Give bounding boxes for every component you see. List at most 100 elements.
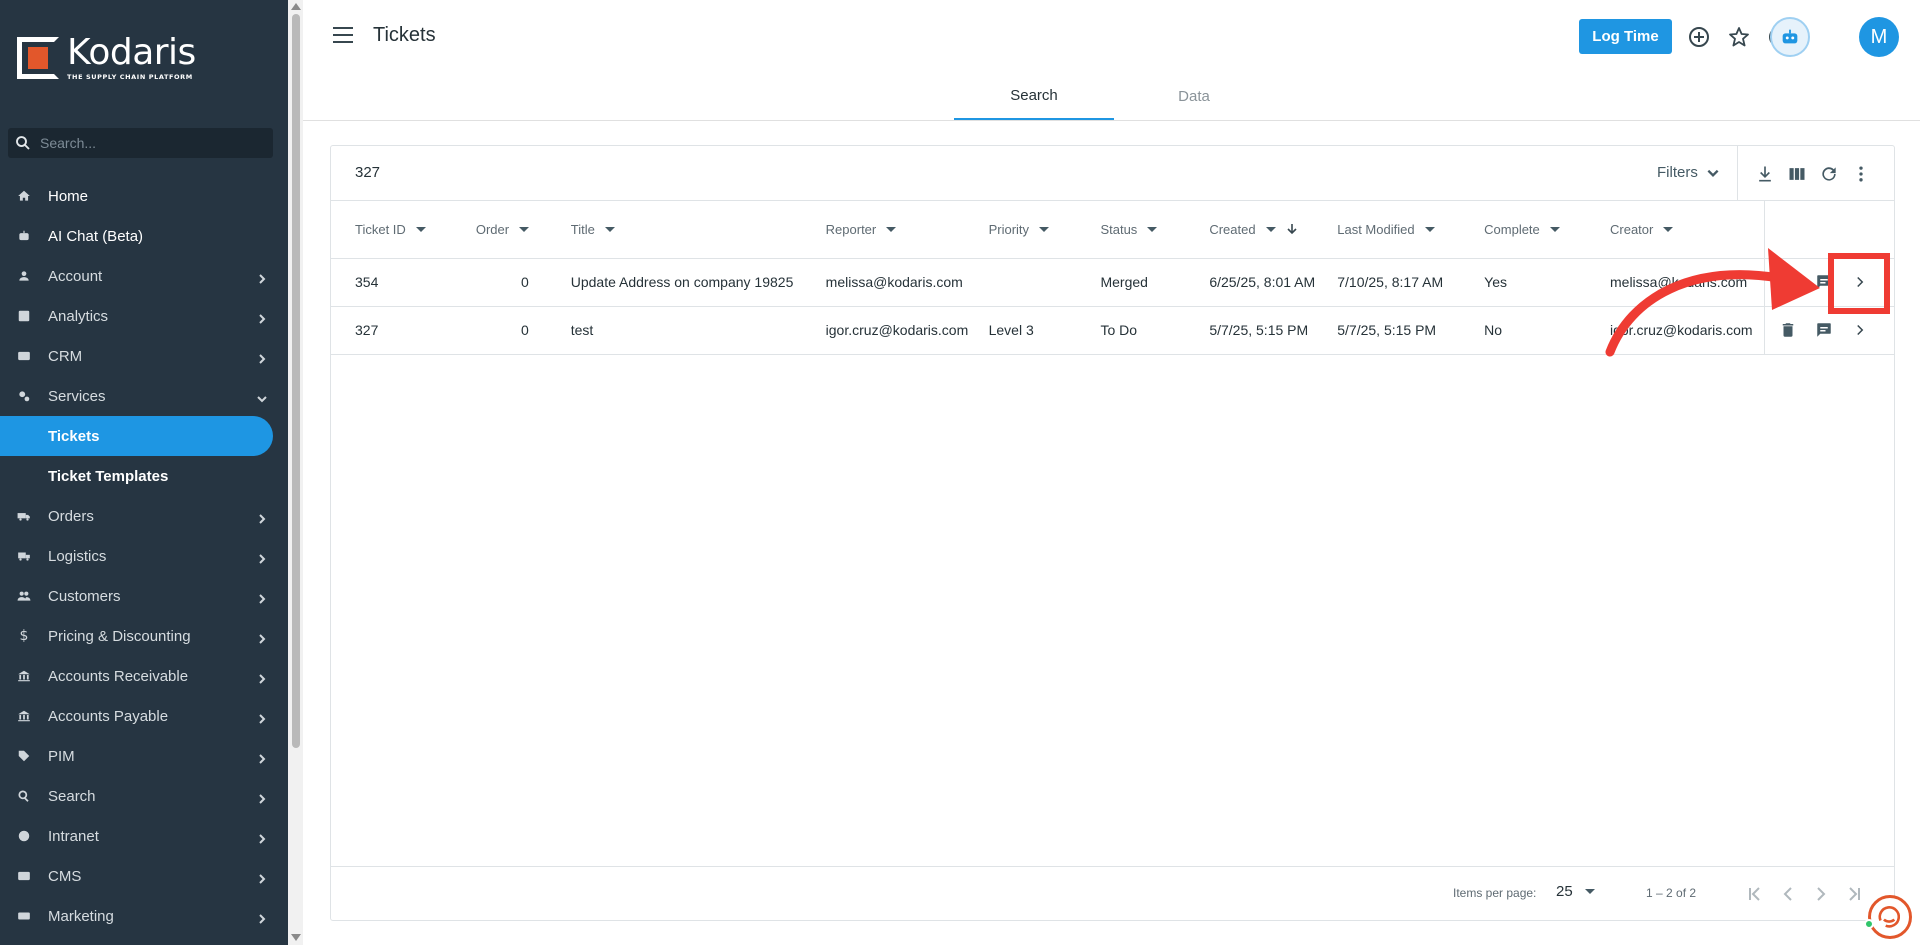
caret-down-icon	[1663, 226, 1674, 232]
sidebar-item-search[interactable]: Search	[0, 776, 288, 816]
column-label: Reporter	[825, 221, 877, 237]
sidebar-item-cms[interactable]: CMS	[0, 856, 288, 896]
chevron-right-icon	[256, 670, 268, 684]
cell-status: To Do	[1100, 306, 1210, 355]
sidebar-item-label: Services	[48, 387, 106, 405]
ai-assistant-button[interactable]	[1770, 17, 1810, 57]
marketing-icon	[16, 908, 32, 924]
caret-down-icon	[1039, 226, 1050, 232]
previous-page-icon[interactable]	[1776, 882, 1800, 906]
menu-icon[interactable]	[333, 27, 353, 43]
sidebar-item-label: CRM	[48, 347, 83, 365]
cell-order: 0	[475, 306, 571, 355]
user-avatar[interactable]: M	[1859, 17, 1899, 57]
scroll-down-arrow-icon[interactable]	[291, 934, 301, 941]
cell-title: Update Address on company 19825	[570, 258, 826, 307]
sidebar-item-intranet[interactable]: Intranet	[0, 816, 288, 856]
sort-arrow-down-icon	[1286, 224, 1297, 235]
sidebar-item-pricing[interactable]: $ Pricing & Discounting	[0, 616, 288, 656]
sidebar-item-marketing[interactable]: Marketing	[0, 896, 288, 936]
chevron-right-icon	[256, 830, 268, 844]
chevron-right-icon	[256, 550, 268, 564]
caret-down-icon	[1147, 226, 1158, 232]
col-reporter[interactable]: Reporter	[825, 201, 989, 259]
cell-complete: Yes	[1484, 258, 1610, 307]
column-label: Status	[1100, 221, 1138, 237]
sidebar-item-pim[interactable]: PIM	[0, 736, 288, 776]
sidebar-item-ticket-templates[interactable]: Ticket Templates	[0, 456, 288, 496]
sidebar-item-logistics[interactable]: Logistics	[0, 536, 288, 576]
sidebar-item-customers[interactable]: Customers	[0, 576, 288, 616]
download-icon[interactable]	[1755, 164, 1775, 184]
sidebar-item-orders[interactable]: Orders	[0, 496, 288, 536]
next-page-icon[interactable]	[1809, 882, 1833, 906]
search-icon	[16, 136, 30, 150]
home-icon	[16, 188, 32, 204]
more-vert-icon[interactable]	[1851, 164, 1871, 184]
scroll-up-arrow-icon[interactable]	[291, 3, 301, 10]
filters-label: Filters	[1657, 164, 1698, 181]
filters-dropdown[interactable]: Filters	[1657, 164, 1720, 181]
cell-complete: No	[1484, 306, 1610, 355]
refresh-icon[interactable]	[1819, 164, 1839, 184]
chevron-right-icon	[256, 710, 268, 724]
col-complete[interactable]: Complete	[1484, 201, 1610, 259]
tab-bar: Search Data	[303, 72, 1920, 121]
sidebar-item-accounts-receivable[interactable]: Accounts Receivable	[0, 656, 288, 696]
annotation-arrow-icon	[1605, 248, 1820, 357]
sidebar-item-tickets[interactable]: Tickets	[0, 416, 273, 456]
chevron-right-icon[interactable]	[1847, 317, 1873, 343]
chevron-right-icon	[256, 790, 268, 804]
chevron-right-icon	[256, 750, 268, 764]
column-label: Complete	[1484, 221, 1540, 237]
chevron-down-icon	[256, 390, 268, 403]
star-icon[interactable]	[1727, 25, 1751, 49]
last-page-icon[interactable]	[1842, 882, 1866, 906]
col-ticket-id[interactable]: Ticket ID	[331, 201, 476, 259]
log-time-button[interactable]: Log Time	[1579, 19, 1672, 54]
sidebar-item-account[interactable]: Account	[0, 256, 288, 296]
logo-name: Kodaris	[67, 32, 196, 73]
result-count: 327	[355, 164, 381, 181]
tab-data[interactable]: Data	[1114, 72, 1274, 120]
people-icon	[16, 588, 32, 604]
items-per-page-value: 25	[1556, 883, 1573, 900]
sidebar-item-ai-chat[interactable]: AI Chat (Beta)	[0, 216, 288, 256]
chat-support-icon[interactable]	[1868, 895, 1912, 939]
sidebar-search-input[interactable]	[40, 135, 260, 151]
sidebar-item-accounts-payable[interactable]: Accounts Payable	[0, 696, 288, 736]
col-created[interactable]: Created	[1209, 201, 1338, 259]
sidebar-item-label: Account	[48, 267, 103, 285]
columns-icon[interactable]	[1787, 164, 1807, 184]
col-last-modified[interactable]: Last Modified	[1337, 201, 1485, 259]
kodaris-logo[interactable]: Kodaris THE SUPPLY CHAIN PLATFORM	[17, 35, 196, 81]
chevron-right-icon	[256, 910, 268, 924]
paginator: Items per page: 25 1 – 2 of 2	[331, 866, 1894, 921]
col-title[interactable]: Title	[570, 201, 826, 259]
column-label: Last Modified	[1337, 221, 1415, 237]
col-status[interactable]: Status	[1100, 201, 1210, 259]
annotation-highlight-box	[1828, 253, 1890, 314]
contact-card-icon	[16, 348, 32, 364]
items-per-page-select[interactable]: 25	[1556, 883, 1595, 900]
col-priority[interactable]: Priority	[988, 201, 1101, 259]
first-page-icon[interactable]	[1743, 882, 1767, 906]
sidebar-item-services[interactable]: Services	[0, 376, 288, 416]
add-circle-icon[interactable]	[1687, 25, 1711, 49]
tab-search[interactable]: Search	[954, 72, 1114, 120]
column-label: Created	[1209, 221, 1256, 237]
logo-mark-icon	[17, 37, 59, 79]
sidebar-item-home[interactable]: Home	[0, 176, 288, 216]
cell-priority: Level 3	[988, 306, 1101, 355]
chevron-right-icon	[256, 590, 268, 604]
shipping-icon	[16, 548, 32, 564]
sidebar-item-analytics[interactable]: Analytics	[0, 296, 288, 336]
col-order[interactable]: Order	[475, 201, 571, 259]
sidebar-scrollbar-thumb[interactable]	[292, 14, 300, 748]
sidebar-item-label: Orders	[48, 507, 94, 525]
cell-reporter: melissa@kodaris.com	[825, 258, 989, 307]
column-label: Creator	[1610, 221, 1654, 237]
sidebar-item-crm[interactable]: CRM	[0, 336, 288, 376]
cell-last-modified: 5/7/25, 5:15 PM	[1337, 306, 1485, 355]
column-label: Ticket ID	[355, 221, 406, 237]
